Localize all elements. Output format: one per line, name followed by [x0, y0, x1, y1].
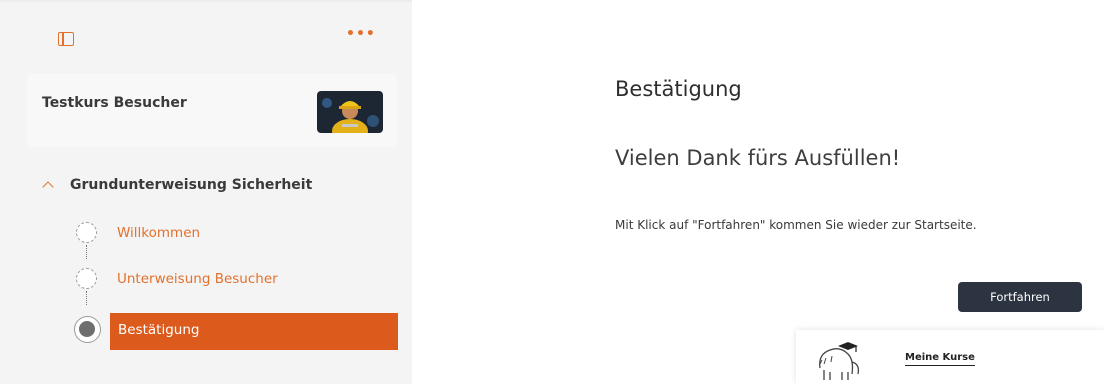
step-connector	[86, 245, 87, 259]
chevron-up-icon[interactable]	[42, 181, 54, 193]
mammoth-logo-icon[interactable]	[814, 334, 866, 382]
footer-card: Meine Kurse	[796, 330, 1105, 384]
main-content: Bestätigung Vielen Dank fürs Ausfüllen! …	[412, 0, 1105, 384]
continue-button[interactable]: Fortfahren	[958, 282, 1082, 312]
step-label[interactable]: Unterweisung Besucher	[117, 271, 278, 287]
step-status-icon	[76, 222, 97, 243]
section-header[interactable]: Grundunterweisung Sicherheit	[42, 177, 313, 193]
step-label-active[interactable]: Bestätigung	[118, 322, 199, 338]
course-card: Testkurs Besucher	[27, 74, 397, 147]
my-courses-link[interactable]: Meine Kurse	[905, 352, 975, 366]
step-label[interactable]: Willkommen	[117, 225, 200, 241]
step-willkommen[interactable]: Willkommen	[76, 222, 200, 243]
step-status-icon	[76, 268, 97, 289]
step-current-icon	[74, 316, 101, 343]
thanks-message: Vielen Dank fürs Ausfüllen!	[615, 146, 901, 170]
step-connector	[86, 291, 87, 305]
more-options-icon[interactable]: •••	[346, 26, 376, 42]
step-unterweisung-besucher[interactable]: Unterweisung Besucher	[76, 268, 278, 289]
course-thumbnail	[317, 91, 383, 133]
sidebar-toggle-icon[interactable]	[58, 32, 74, 46]
info-text: Mit Klick auf "Fortfahren" kommen Sie wi…	[615, 218, 977, 232]
page-title: Bestätigung	[615, 77, 742, 101]
sidebar: ••• Testkurs Besucher Grundunterweisung …	[0, 0, 412, 384]
course-title: Testkurs Besucher	[42, 95, 187, 111]
section-title: Grundunterweisung Sicherheit	[70, 177, 313, 193]
